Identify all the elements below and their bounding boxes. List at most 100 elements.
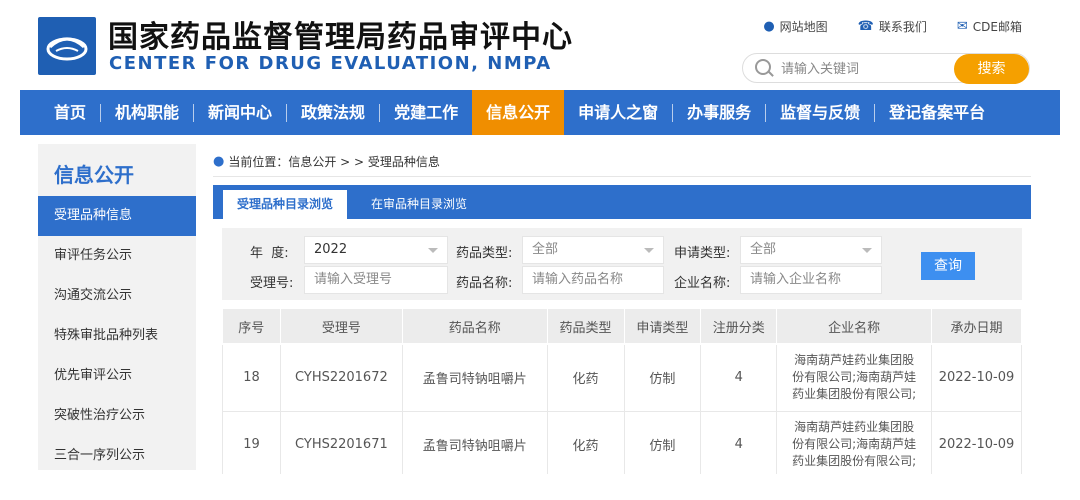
nav-home[interactable]: 首页 <box>20 90 100 135</box>
col-company: 企业名称 <box>776 309 933 343</box>
col-accept-no: 受理号 <box>280 309 403 343</box>
tab-in-review-catalog[interactable]: 在审品种目录浏览 <box>357 190 481 219</box>
phone-icon: ☎ <box>857 19 874 34</box>
site-title-cn: 国家药品监督管理局药品审评中心 <box>108 20 573 55</box>
mail-link[interactable]: ✉ CDE邮箱 <box>957 18 1022 35</box>
tab-accepted-catalog[interactable]: 受理品种目录浏览 <box>223 190 348 219</box>
company-line: 药业集团股份有限公司; <box>792 387 917 402</box>
chevron-down-icon <box>862 248 872 253</box>
drug-name-label: 药品名称: <box>456 276 513 291</box>
cell-reg-class: 4 <box>700 411 778 478</box>
col-drug-type: 药品类型 <box>547 309 625 343</box>
cell-company: 海南葫芦娃药业集团股 份有限公司;海南葫芦娃 药业集团股份有限公司; <box>776 345 933 412</box>
chevron-down-icon <box>644 248 654 253</box>
search-icon <box>755 59 771 75</box>
accept-no-label: 受理号: <box>250 276 294 291</box>
query-button[interactable]: 查询 <box>921 252 975 280</box>
breadcrumb-divider <box>213 176 1031 177</box>
sidebar-item-three-in-one[interactable]: 三合一序列公示 <box>38 436 196 476</box>
drug-type-label: 药品类型: <box>456 246 513 261</box>
site-title-en: CENTER FOR DRUG EVALUATION, NMPA <box>109 53 552 74</box>
cell-drug-name: 孟鲁司特钠咀嚼片 <box>402 345 548 412</box>
drug-type-value: 全部 <box>532 242 559 257</box>
sidebar: 信息公开 受理品种信息 审评任务公示 沟通交流公示 特殊审批品种列表 优先审评公… <box>38 144 196 470</box>
cell-date: 2022-10-09 <box>931 411 1022 478</box>
nav-applicant[interactable]: 申请人之窗 <box>564 90 672 135</box>
search-input[interactable] <box>781 58 951 80</box>
cell-drug-type: 化药 <box>547 411 625 478</box>
location-pin-icon: ● <box>213 154 225 169</box>
sidebar-item-priority-review[interactable]: 优先审评公示 <box>38 356 196 396</box>
sitemap-link[interactable]: ● 网站地图 <box>763 18 827 35</box>
breadcrumb-text: 当前位置：信息公开 > > 受理品种信息 <box>228 155 440 169</box>
sidebar-item-accepted-drugs[interactable]: 受理品种信息 <box>38 196 196 236</box>
year-value: 2022 <box>314 242 348 257</box>
site-logo[interactable] <box>38 17 96 75</box>
nav-functions[interactable]: 机构职能 <box>101 90 193 135</box>
sidebar-item-special-approval[interactable]: 特殊审批品种列表 <box>38 316 196 356</box>
sitemap-label: 网站地图 <box>779 20 828 34</box>
sidebar-item-communication[interactable]: 沟通交流公示 <box>38 276 196 316</box>
contact-link[interactable]: ☎ 联系我们 <box>858 18 927 35</box>
col-reg-class: 注册分类 <box>700 309 778 343</box>
cell-drug-type: 化药 <box>547 345 625 412</box>
drug-type-select[interactable]: 全部 <box>522 236 664 264</box>
accepted-drugs-table: 序号 受理号 药品名称 药品类型 申请类型 注册分类 企业名称 承办日期 18 … <box>222 309 1022 478</box>
year-label: 年 度: <box>250 246 289 261</box>
contact-label: 联系我们 <box>878 20 927 34</box>
table-row[interactable]: 18 CYHS2201672 孟鲁司特钠咀嚼片 化药 仿制 4 海南葫芦娃药业集… <box>222 345 1022 412</box>
sidebar-item-breakthrough[interactable]: 突破性治疗公示 <box>38 396 196 436</box>
tab-bar: 受理品种目录浏览 在审品种目录浏览 <box>213 185 1031 219</box>
cell-accept-no: CYHS2201672 <box>280 345 403 412</box>
company-line: 药业集团股份有限公司; <box>792 453 917 468</box>
mail-icon: ✉ <box>956 19 968 34</box>
table-row[interactable]: 19 CYHS2201671 孟鲁司特钠咀嚼片 化药 仿制 4 海南葫芦娃药业集… <box>222 411 1022 478</box>
company-line: 份有限公司;海南葫芦娃 <box>792 436 917 451</box>
table-header-row: 序号 受理号 药品名称 药品类型 申请类型 注册分类 企业名称 承办日期 <box>222 309 1022 343</box>
accept-no-input[interactable]: 请输入受理号 <box>304 266 448 294</box>
company-line: 海南葫芦娃药业集团股 <box>794 353 915 368</box>
nav-party[interactable]: 党建工作 <box>380 90 472 135</box>
mail-label: CDE邮箱 <box>972 20 1022 34</box>
sidebar-title: 信息公开 <box>54 163 134 187</box>
col-date: 承办日期 <box>931 309 1022 343</box>
apply-type-label: 申请类型: <box>674 246 731 261</box>
cell-apply-type: 仿制 <box>624 345 702 412</box>
cell-apply-type: 仿制 <box>624 411 702 478</box>
nav-news[interactable]: 新闻中心 <box>194 90 286 135</box>
col-no: 序号 <box>222 309 281 343</box>
nav-info-public[interactable]: 信息公开 <box>472 90 565 135</box>
accept-no-placeholder: 请输入受理号 <box>314 272 393 287</box>
apply-type-select[interactable]: 全部 <box>740 236 882 264</box>
breadcrumb: ● 当前位置：信息公开 > > 受理品种信息 <box>213 153 440 170</box>
company-placeholder: 请输入企业名称 <box>750 272 842 287</box>
cell-drug-name: 孟鲁司特钠咀嚼片 <box>402 411 548 478</box>
cell-company: 海南葫芦娃药业集团股 份有限公司;海南葫芦娃 药业集团股份有限公司; <box>776 411 933 478</box>
site-search: 搜索 <box>742 53 1030 84</box>
drug-name-placeholder: 请输入药品名称 <box>532 272 624 287</box>
cell-no: 19 <box>222 411 281 478</box>
sidebar-item-review-tasks[interactable]: 审评任务公示 <box>38 236 196 276</box>
nav-registration[interactable]: 登记备案平台 <box>875 90 999 135</box>
year-select[interactable]: 2022 <box>304 236 448 264</box>
cell-reg-class: 4 <box>700 345 778 412</box>
chevron-down-icon <box>428 248 438 253</box>
nav-feedback[interactable]: 监督与反馈 <box>766 90 874 135</box>
company-line: 份有限公司;海南葫芦娃 <box>792 370 917 385</box>
nav-services[interactable]: 办事服务 <box>673 90 765 135</box>
search-button[interactable]: 搜索 <box>954 54 1029 84</box>
nav-policy[interactable]: 政策法规 <box>287 90 379 135</box>
apply-type-value: 全部 <box>750 242 777 257</box>
filter-panel: 年 度: 2022 药品类型: 全部 申请类型: 全部 受理号: 请输入受理号 … <box>222 228 1022 300</box>
location-icon: ● <box>763 19 775 34</box>
top-links: ● 网站地图 ☎ 联系我们 ✉ CDE邮箱 <box>763 18 1022 35</box>
cell-no: 18 <box>222 345 281 412</box>
main-nav: 首页 机构职能 新闻中心 政策法规 党建工作 信息公开 申请人之窗 办事服务 监… <box>20 90 1060 135</box>
cell-date: 2022-10-09 <box>931 345 1022 412</box>
drug-name-input[interactable]: 请输入药品名称 <box>522 266 664 294</box>
cell-accept-no: CYHS2201671 <box>280 411 403 478</box>
page-bottom-edge <box>0 474 1080 500</box>
col-apply-type: 申请类型 <box>624 309 702 343</box>
col-drug-name: 药品名称 <box>402 309 548 343</box>
company-input[interactable]: 请输入企业名称 <box>740 266 882 294</box>
